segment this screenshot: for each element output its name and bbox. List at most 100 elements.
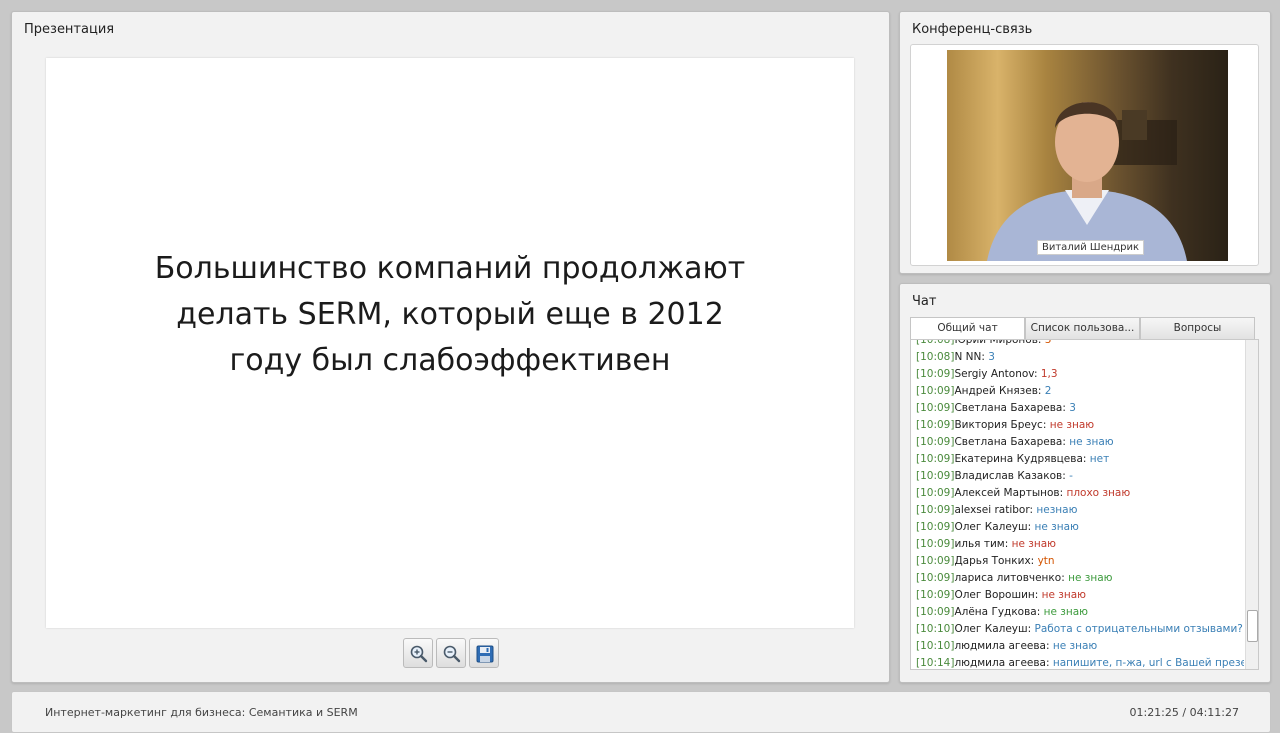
chat-message: [10:10]людмила агеева: не знаю <box>916 638 1244 655</box>
message-text: 3 <box>1044 339 1052 346</box>
message-time: [10:08] <box>916 351 955 363</box>
chat-message: [10:09]илья тим: не знаю <box>916 536 1244 553</box>
message-author: Олег Ворошин: <box>954 589 1039 601</box>
message-author: Виктория Бреус: <box>954 419 1047 431</box>
message-author: людмила агеева: <box>954 657 1050 669</box>
message-time: [10:09] <box>916 487 955 499</box>
tab-general-chat[interactable]: Общий чат <box>910 317 1025 340</box>
message-time: [10:14] <box>916 657 955 669</box>
message-time: [10:09] <box>916 504 955 516</box>
message-author: Алёна Гудкова: <box>954 606 1041 618</box>
message-text: не знаю <box>1011 538 1056 550</box>
message-text: не знаю <box>1043 606 1088 618</box>
chat-message: [10:09]Екатерина Кудрявцева: нет <box>916 451 1244 468</box>
message-author: Юрий Миронов: <box>954 339 1042 346</box>
message-time: [10:10] <box>916 623 955 635</box>
message-time: [10:09] <box>916 385 955 397</box>
chat-panel: Чат Общий чат Список пользова... Вопросы… <box>899 283 1271 683</box>
message-author: Дарья Тонких: <box>954 555 1035 567</box>
chat-message: [10:09]Андрей Князев: 2 <box>916 383 1244 400</box>
chat-title: Чат <box>912 294 937 309</box>
chat-message: [10:09]Алёна Гудкова: не знаю <box>916 604 1244 621</box>
message-time: [10:08] <box>916 339 955 346</box>
zoom-out-icon <box>443 645 461 663</box>
message-time: [10:09] <box>916 368 955 380</box>
message-time: [10:09] <box>916 436 955 448</box>
message-author: Андрей Князев: <box>954 385 1042 397</box>
slide-line: году был слабоэффективен <box>229 343 671 378</box>
speaker-video: Виталий Шендрик <box>947 50 1228 261</box>
message-author: Светлана Бахарева: <box>954 402 1066 414</box>
slide-text: Большинство компаний продолжают делать S… <box>46 246 854 384</box>
message-text: ytn <box>1037 555 1055 567</box>
chat-message: [10:09]Дарья Тонких: ytn <box>916 553 1244 570</box>
slide: Большинство компаний продолжают делать S… <box>46 58 854 628</box>
zoom-out-button[interactable] <box>436 638 466 668</box>
message-text: незнаю <box>1036 504 1078 516</box>
message-text: напишите, п-жа, url с Вашей презентацией <box>1052 657 1244 669</box>
message-author: N NN: <box>954 351 985 363</box>
conference-panel: Конференц-связь Виталий Шендрик <box>899 11 1271 274</box>
chat-message: [10:10]Олег Калеуш: Работа с отрицательн… <box>916 621 1244 638</box>
message-author: людмила агеева: <box>954 640 1050 652</box>
message-time: [10:09] <box>916 470 955 482</box>
message-text: не знаю <box>1034 521 1079 533</box>
message-author: Светлана Бахарева: <box>954 436 1066 448</box>
chat-message: [10:08]Юрий Миронов: 3 <box>916 339 1244 349</box>
chat-message: [10:09]Олег Калеуш: не знаю <box>916 519 1244 536</box>
message-time: [10:09] <box>916 419 955 431</box>
message-author: alexsei ratibor: <box>954 504 1034 516</box>
video-frame: Виталий Шендрик <box>910 44 1259 266</box>
message-text: не знаю <box>1069 436 1114 448</box>
message-time: [10:09] <box>916 606 955 618</box>
chat-message: [10:09]Sergiy Antonov: 1,3 <box>916 366 1244 383</box>
message-text: не знаю <box>1049 419 1095 431</box>
playback-time: 01:21:25 / 04:11:27 <box>1129 706 1239 719</box>
message-author: илья тим: <box>954 538 1009 550</box>
message-time: [10:09] <box>916 572 955 584</box>
chat-message: [10:09]Владислав Казаков: - <box>916 468 1244 485</box>
message-text: 1,3 <box>1040 368 1058 380</box>
chat-message: [10:09]Светлана Бахарева: не знаю <box>916 434 1244 451</box>
chat-message: [10:08]N NN: 3 <box>916 349 1244 366</box>
message-time: [10:09] <box>916 538 955 550</box>
message-time: [10:09] <box>916 589 955 601</box>
chat-message: [10:09]Алексей Мартынов: плохо знаю <box>916 485 1244 502</box>
scrollbar-thumb[interactable] <box>1247 610 1258 642</box>
message-text: нет <box>1089 453 1110 465</box>
message-time: [10:09] <box>916 453 955 465</box>
zoom-in-icon <box>410 645 428 663</box>
chat-message: [10:09]лариса литовченко: не знаю <box>916 570 1244 587</box>
tab-user-list[interactable]: Список пользова... <box>1025 317 1140 339</box>
chat-messages[interactable]: [10:08]Юрий Миронов: 3 [10:08]N NN: 3 [10:… <box>910 339 1259 670</box>
message-text: не знаю <box>1052 640 1098 652</box>
message-author: Sergiy Antonov: <box>954 368 1038 380</box>
message-author: Алексей Мартынов: <box>954 487 1064 499</box>
speaker-figure <box>987 102 1187 261</box>
course-title: Интернет-маркетинг для бизнеса: Семантик… <box>45 706 358 719</box>
message-author: Екатерина Кудрявцева: <box>954 453 1087 465</box>
message-text: Работа с отрицательными отзывами? <box>1034 623 1243 635</box>
message-text: - <box>1069 470 1073 482</box>
message-text: 3 <box>988 351 995 363</box>
message-author: лариса литовченко: <box>954 572 1065 584</box>
tab-questions[interactable]: Вопросы <box>1140 317 1255 339</box>
save-button[interactable] <box>469 638 499 668</box>
conference-title: Конференц-связь <box>912 22 1033 37</box>
message-time: [10:09] <box>916 402 955 414</box>
speaker-caption: Виталий Шендрик <box>1037 240 1145 255</box>
slide-line: делать SERM, который еще в 2012 <box>176 297 724 332</box>
message-text: 2 <box>1044 385 1052 397</box>
message-text: не знаю <box>1041 589 1087 601</box>
chat-message: [10:09]Светлана Бахарева: 3 <box>916 400 1244 417</box>
chat-message: [10:09]Олег Ворошин: не знаю <box>916 587 1244 604</box>
message-time: [10:09] <box>916 555 955 567</box>
message-time: [10:10] <box>916 640 955 652</box>
zoom-in-button[interactable] <box>403 638 433 668</box>
chat-scrollbar[interactable] <box>1245 340 1258 669</box>
chat-message: [10:09]alexsei ratibor: незнаю <box>916 502 1244 519</box>
message-author: Олег Калеуш: <box>954 521 1032 533</box>
footer-bar: Интернет-маркетинг для бизнеса: Семантик… <box>11 691 1271 733</box>
chat-message: [10:09]Виктория Бреус: не знаю <box>916 417 1244 434</box>
message-text: плохо знаю <box>1066 487 1131 499</box>
